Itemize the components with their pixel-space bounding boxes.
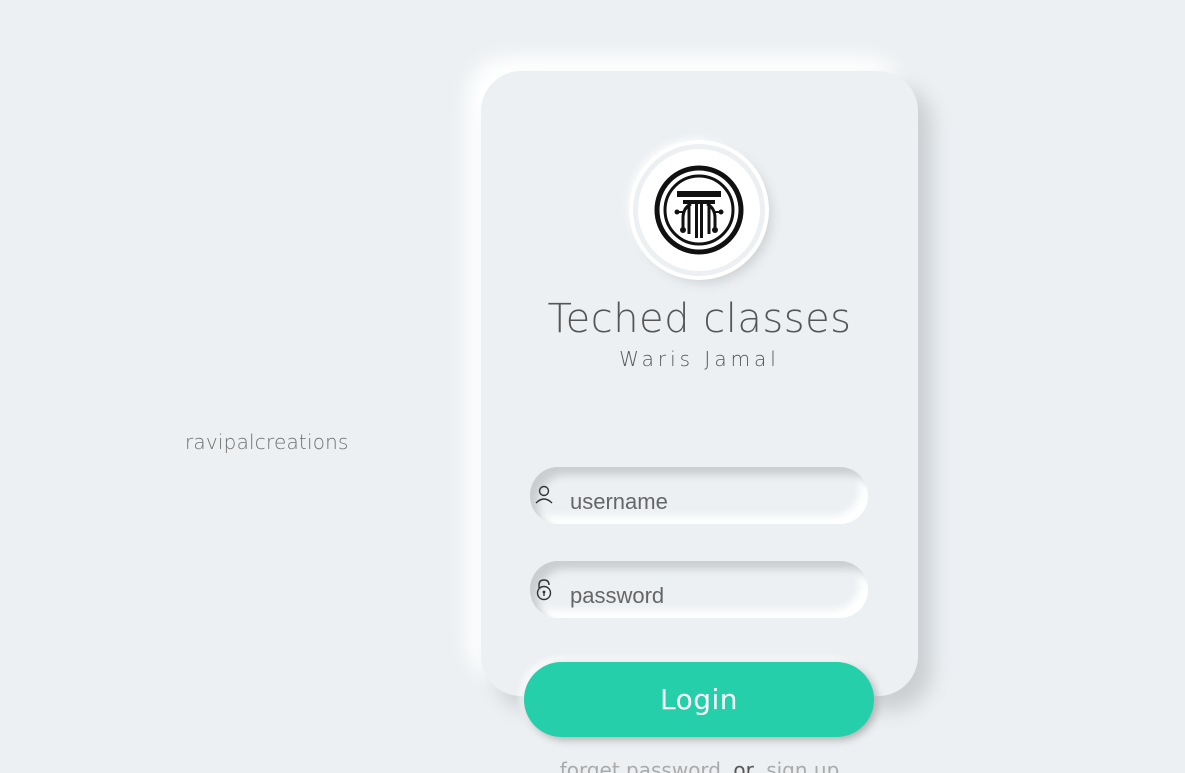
brand-title: Teched classes — [547, 296, 852, 342]
username-input[interactable] — [570, 487, 850, 517]
lock-icon — [534, 578, 554, 602]
or-separator: or — [733, 758, 754, 773]
login-page: ravipalcreations Teched classes Waris Ja… — [0, 0, 1185, 773]
password-input[interactable] — [570, 581, 850, 611]
user-icon — [534, 484, 554, 508]
watermark-text: ravipalcreations — [185, 430, 349, 454]
logo — [638, 149, 760, 271]
forgot-password-link[interactable]: forget password — [560, 758, 721, 773]
login-button[interactable]: Login — [524, 662, 874, 737]
password-field — [530, 561, 868, 618]
teched-logo-icon — [654, 165, 744, 255]
brand-subtitle: Waris Jamal — [619, 347, 780, 371]
footer-links: forget password or sign up — [481, 758, 918, 773]
sign-up-link[interactable]: sign up — [766, 758, 839, 773]
username-field — [530, 467, 868, 524]
